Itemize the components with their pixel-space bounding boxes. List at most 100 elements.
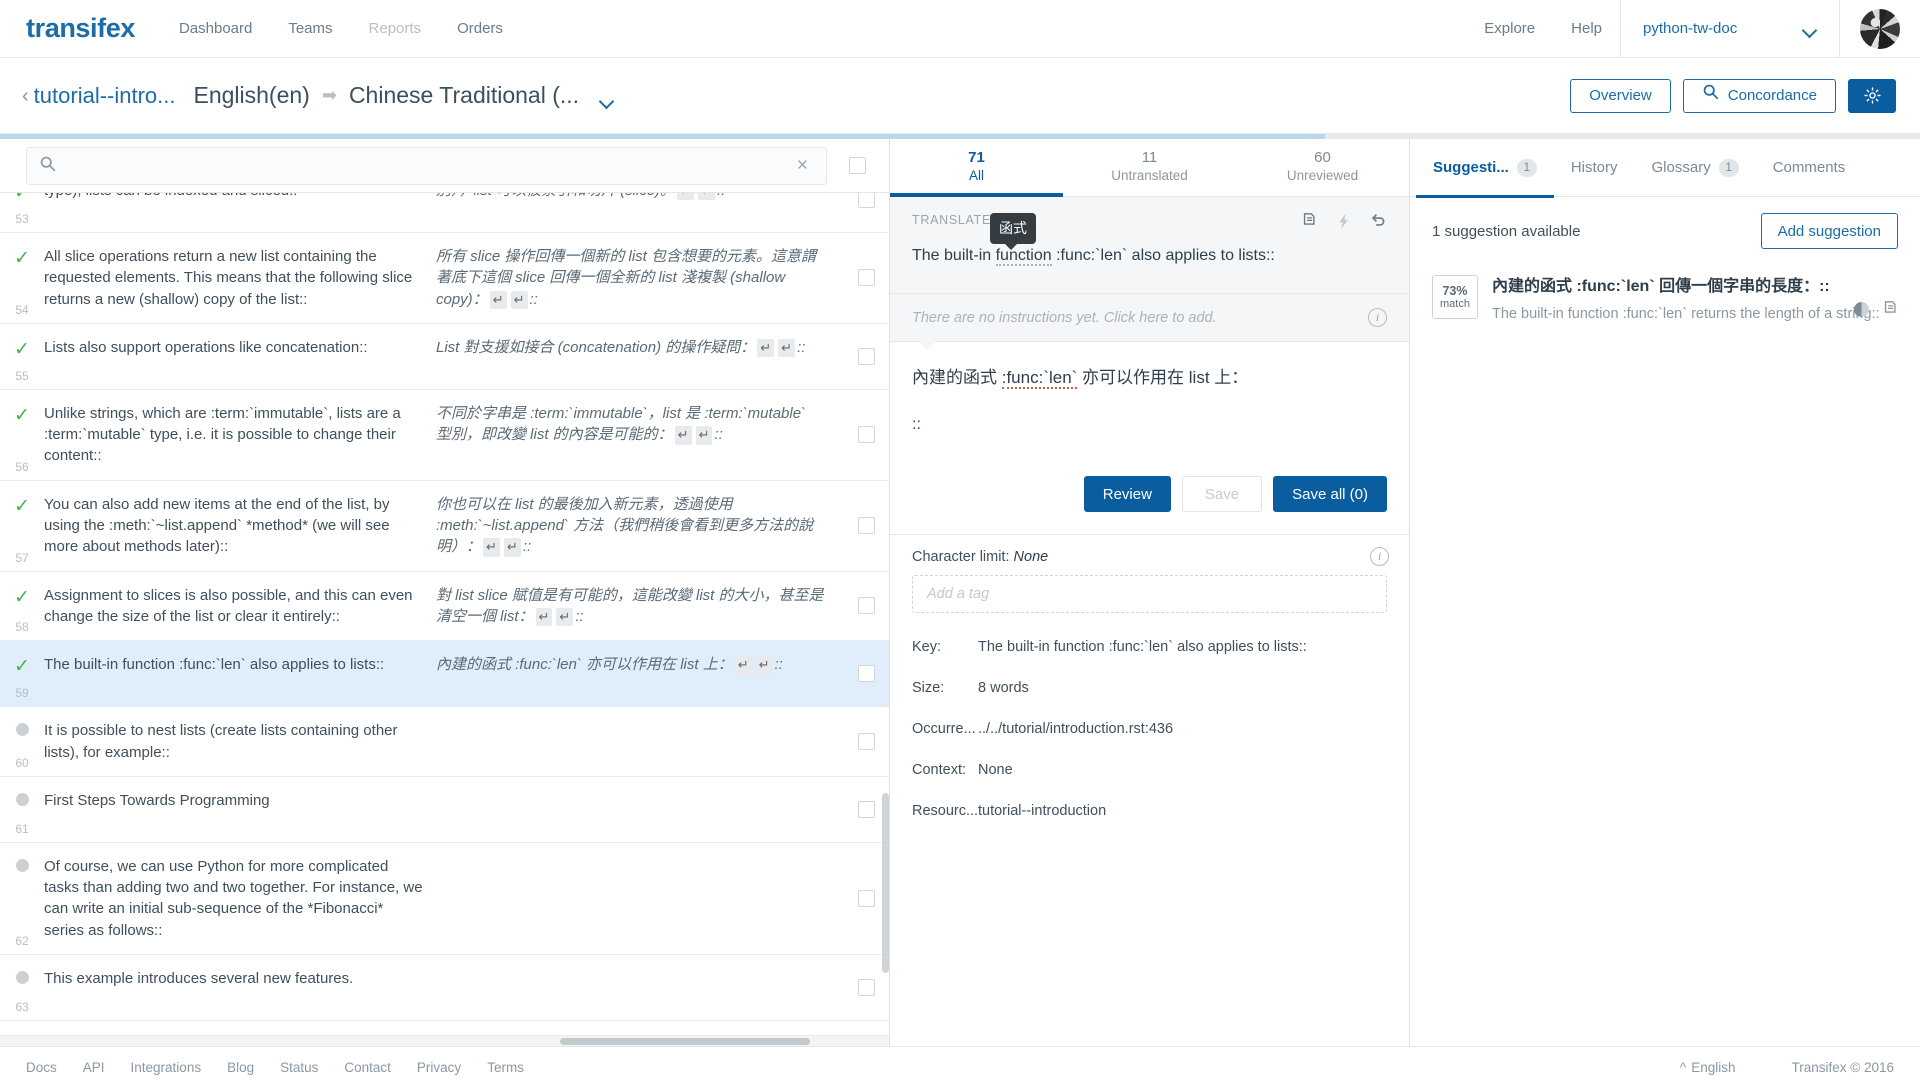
overview-button[interactable]: Overview	[1570, 78, 1671, 113]
row-checkbox[interactable]	[857, 597, 875, 615]
row-source-text[interactable]: Lists also support operations like conca…	[44, 324, 436, 389]
row-checkbox[interactable]	[857, 889, 875, 907]
table-row[interactable]: 62 Of course, we can use Python for more …	[0, 842, 889, 956]
instructions-bar[interactable]: There are no instructions yet. Click her…	[890, 294, 1409, 351]
translation-input-area[interactable]: 內建的函式 :func:`len` 亦可以作用在 list 上： ::	[890, 342, 1409, 457]
tab-unreviewed[interactable]: 60 Unreviewed	[1236, 139, 1409, 196]
row-checkbox[interactable]	[857, 193, 875, 208]
row-source-text[interactable]: You can also add new items at the end of…	[44, 481, 436, 571]
row-checkbox[interactable]	[857, 347, 875, 365]
table-row[interactable]: ✓ 53 type), lists can be indexed and slice…	[0, 193, 889, 233]
suggestion-body: 內建的函式 :func:`len` 回傳一個字串的長度：:: The built…	[1492, 275, 1898, 326]
strings-list[interactable]: ✓ 53 type), lists can be indexed and slice…	[0, 193, 889, 1035]
machine-translate-icon[interactable]	[1336, 213, 1353, 230]
row-checkbox[interactable]	[857, 269, 875, 287]
row-checkbox[interactable]	[857, 979, 875, 997]
select-all-checkbox[interactable]	[848, 157, 866, 174]
row-target-text[interactable]: List 對支援如接合 (concatenation) 的操作疑問： ↵ ↵::	[436, 324, 843, 389]
row-source-text[interactable]: Assignment to slices is also possible, a…	[44, 572, 436, 641]
table-row[interactable]: ✓ 54 All slice operations return a new lis…	[0, 233, 889, 324]
row-source-text[interactable]: All slice operations return a new list c…	[44, 233, 436, 323]
row-checkbox[interactable]	[857, 517, 875, 535]
row-source-text[interactable]: Unlike strings, which are :term:`immutab…	[44, 390, 436, 480]
translation-text[interactable]: 內建的函式 :func:`len` 亦可以作用在 list 上： ::	[912, 364, 1387, 456]
list-scrollbar[interactable]	[882, 793, 889, 973]
chevron-left-icon[interactable]: ‹	[22, 86, 29, 106]
add-suggestion-button[interactable]: Add suggestion	[1760, 213, 1898, 249]
table-row[interactable]: ✓ 59 The built-in function :func:`len` als…	[0, 641, 889, 708]
footer-link-contact[interactable]: Contact	[344, 1060, 391, 1075]
horizontal-scrollbar[interactable]	[0, 1035, 889, 1046]
nav-item-explore[interactable]: Explore	[1466, 0, 1553, 57]
footer-link-terms[interactable]: Terms	[487, 1060, 524, 1075]
nav-item-reports[interactable]: Reports	[351, 0, 440, 58]
table-row[interactable]: ✓ 57 You can also add new items at the end…	[0, 480, 889, 572]
project-selector[interactable]: python-tw-doc	[1620, 0, 1840, 57]
footer-link-blog[interactable]: Blog	[227, 1060, 254, 1075]
table-row[interactable]: 60 It is possible to nest lists (create l…	[0, 707, 889, 777]
table-row[interactable]: 63 This example introduces several new fe…	[0, 955, 889, 1022]
footer-link-status[interactable]: Status	[280, 1060, 318, 1075]
row-target-text[interactable]	[436, 1021, 843, 1035]
user-menu[interactable]	[1840, 0, 1920, 57]
nav-item-teams[interactable]: Teams	[270, 0, 350, 58]
row-target-text[interactable]	[436, 955, 843, 1020]
copy-icon[interactable]	[1883, 300, 1900, 318]
transifex-logo[interactable]: transifex	[0, 0, 161, 57]
info-icon[interactable]: i	[1368, 308, 1387, 328]
footer-link-api[interactable]: API	[83, 1060, 105, 1075]
horizontal-scrollbar-thumb[interactable]	[560, 1038, 810, 1045]
row-checkbox[interactable]	[857, 426, 875, 444]
row-source-text[interactable]: The first line contains a *multiple assi…	[44, 1021, 436, 1035]
table-row[interactable]: ✓ 58 Assignment to slices is also possible…	[0, 571, 889, 642]
row-checkbox[interactable]	[857, 733, 875, 751]
footer-link-privacy[interactable]: Privacy	[417, 1060, 461, 1075]
language-selector[interactable]: ^ English	[1680, 1060, 1736, 1075]
contrast-icon[interactable]	[1854, 301, 1869, 317]
row-source-text[interactable]: First Steps Towards Programming	[44, 777, 436, 842]
tag-input[interactable]: Add a tag	[912, 575, 1387, 614]
nav-item-dashboard[interactable]: Dashboard	[161, 0, 270, 58]
row-source-text[interactable]: type), lists can be indexed and sliced::	[44, 193, 436, 232]
footer-link-integrations[interactable]: Integrations	[131, 1060, 202, 1075]
tab-all[interactable]: 71 All	[890, 139, 1063, 197]
table-row[interactable]: ✓ 55 Lists also support operations like co…	[0, 323, 889, 390]
settings-button[interactable]	[1848, 78, 1896, 113]
row-target-text[interactable]	[436, 843, 843, 954]
row-target-text[interactable]	[436, 707, 843, 776]
nav-item-orders[interactable]: Orders	[439, 0, 521, 58]
save-all-button[interactable]: Save all (0)	[1273, 476, 1387, 513]
concordance-button[interactable]: Concordance	[1682, 78, 1836, 113]
row-checkbox[interactable]	[857, 800, 875, 818]
table-row[interactable]: 61 First Steps Towards Programming	[0, 776, 889, 843]
tab-untranslated[interactable]: 11 Untranslated	[1063, 139, 1236, 196]
tab-history[interactable]: History	[1554, 139, 1635, 197]
row-checkbox[interactable]	[857, 665, 875, 683]
row-target-text[interactable]: 對 list slice 賦值是有可能的，這能改變 list 的大小，甚至是清空…	[436, 572, 843, 641]
nav-item-help[interactable]: Help	[1553, 0, 1620, 57]
row-target-text[interactable]: 你也可以在 list 的最後加入新元素，透過使用 :meth:`~list.ap…	[436, 481, 843, 571]
row-target-text[interactable]	[436, 777, 843, 842]
row-target-text[interactable]: 別），list 可以被索引和切片 (slice)。↵↵::	[436, 193, 843, 232]
tab-glossary[interactable]: Glossary 1	[1635, 139, 1756, 197]
row-source-text[interactable]: This example introduces several new feat…	[44, 955, 436, 1020]
search-field[interactable]: ×	[26, 146, 827, 185]
suggestion-item[interactable]: 73% match 內建的函式 :func:`len` 回傳一個字串的長度：::…	[1410, 259, 1920, 344]
row-target-text[interactable]: 不同於字串是 :term:`immutable`，list 是 :term:`m…	[436, 390, 843, 480]
row-source-text[interactable]: The built-in function :func:`len` also a…	[44, 641, 436, 706]
close-icon[interactable]: ×	[791, 155, 814, 177]
row-target-text[interactable]: 內建的函式 :func:`len` 亦可以作用在 list 上： ↵ ↵::	[436, 641, 843, 706]
revert-icon[interactable]	[1370, 213, 1387, 230]
tab-comments[interactable]: Comments	[1756, 139, 1863, 197]
tab-suggestions[interactable]: Suggesti... 1	[1416, 139, 1554, 198]
table-row[interactable]: ✓ 56 Unlike strings, which are :term:`immu…	[0, 389, 889, 481]
table-row[interactable]: 64The first line contains a *multiple as…	[0, 1021, 889, 1035]
review-button[interactable]: Review	[1083, 476, 1171, 513]
search-input[interactable]	[68, 157, 779, 174]
breadcrumb-resource[interactable]: tutorial--intro...	[34, 83, 176, 109]
row-source-text[interactable]: It is possible to nest lists (create lis…	[44, 707, 436, 776]
row-source-text[interactable]: Of course, we can use Python for more co…	[44, 843, 436, 954]
row-target-text[interactable]: 所有 slice 操作回傳一個新的 list 包含想要的元素。這意謂著底下這個 …	[436, 233, 843, 323]
copy-icon[interactable]	[1302, 213, 1319, 230]
footer-link-docs[interactable]: Docs	[26, 1060, 57, 1075]
